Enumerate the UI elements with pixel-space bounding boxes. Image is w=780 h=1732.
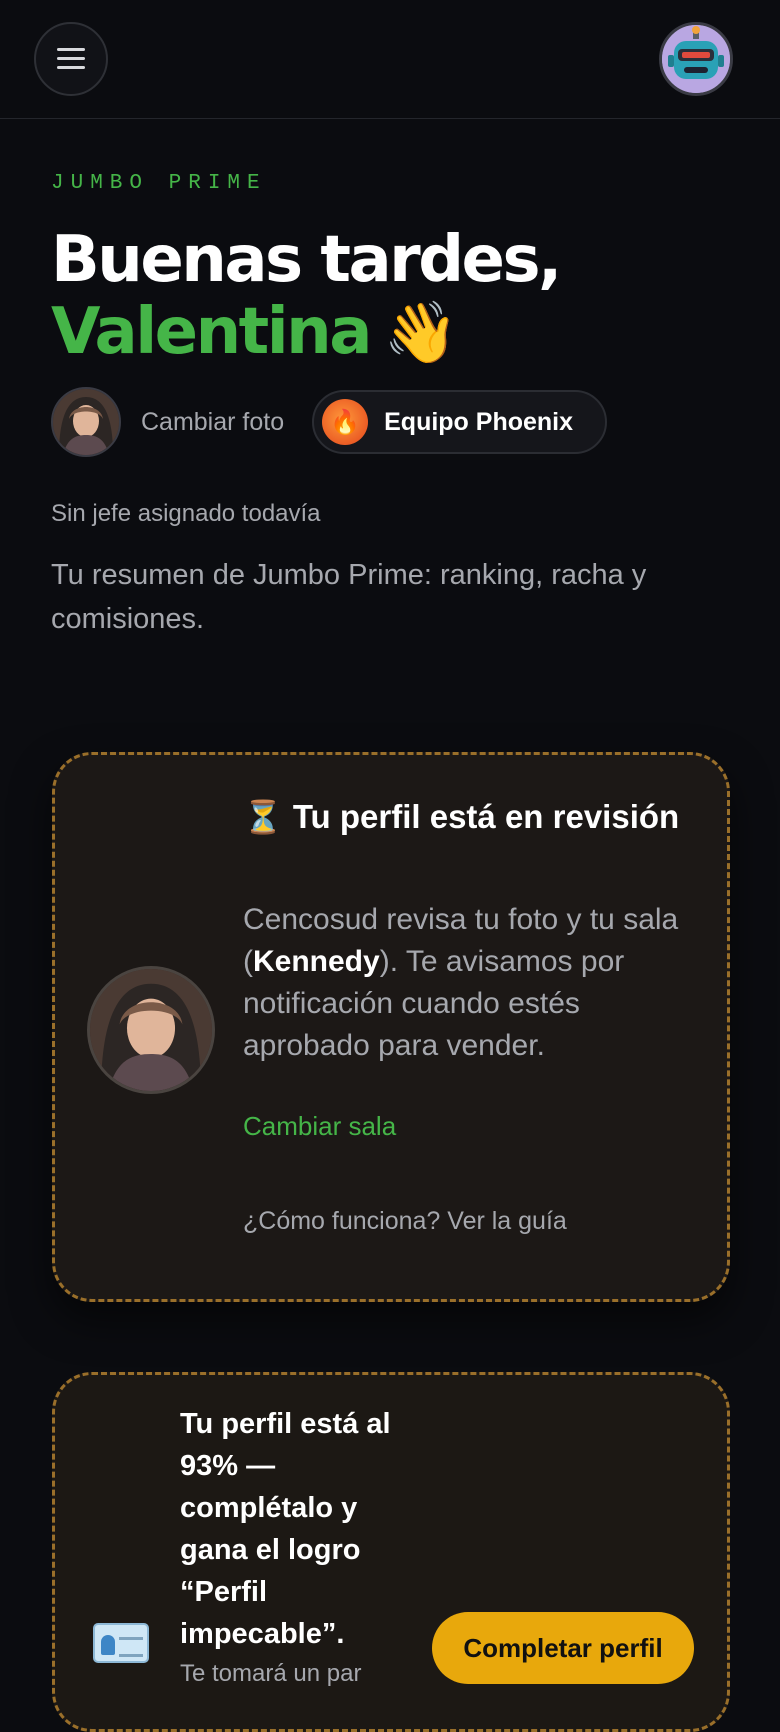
team-name: Equipo Phoenix [384,407,574,436]
greeting-heading: Buenas tardes, Valentina 👋 [51,223,562,369]
review-user-photo [87,966,215,1094]
guide-link[interactable]: ¿Cómo funciona? Ver la guía [243,1207,567,1236]
review-title-text: Tu perfil está en revisión [292,798,680,835]
summary-text: Tu resumen de Jumbo Prime: ranking, rach… [51,559,647,635]
id-card-icon [93,1623,149,1663]
brand-eyebrow: JUMBO PRIME [51,172,267,195]
menu-button[interactable] [34,22,108,96]
complete-profile-card: Tu perfil está al 93% — complétalo y gan… [52,1372,730,1732]
complete-profile-title: Tu perfil está al 93% — complétalo y gan… [180,1408,391,1650]
complete-profile-button[interactable]: Completar perfil [432,1612,694,1684]
change-photo-link[interactable]: Cambiar foto [141,408,284,437]
review-user-photo-image [90,969,212,1091]
hamburger-menu-icon [57,48,85,70]
greeting-line: Buenas tardes, [51,223,562,297]
complete-profile-subtitle: Te tomará un par [180,1660,362,1687]
profile-review-card: ⏳ Tu perfil está en revisión Cencosud rev… [52,752,730,1302]
team-badge[interactable]: 🔥 Equipo Phoenix [312,390,608,454]
change-room-link[interactable]: Cambiar sala [243,1111,396,1142]
waving-hand-icon: 👋 [383,298,459,368]
hourglass-icon: ⏳ [243,799,283,835]
robot-avatar-icon [662,25,730,93]
review-title: ⏳ Tu perfil está en revisión [243,791,703,843]
user-photo[interactable] [51,387,121,457]
profile-avatar-button[interactable] [659,22,733,96]
fire-icon: 🔥 [322,399,369,445]
store-name: Kennedy [253,945,380,978]
top-bar [0,0,780,119]
user-photo-image [53,389,119,455]
review-description: Cencosud revisa tu foto y tu sala (Kenne… [243,899,703,1067]
user-name: Valentina [51,295,372,369]
boss-status: Sin jefe asignado todavía [51,500,321,527]
profile-row: Cambiar foto 🔥 Equipo Phoenix [51,386,608,458]
